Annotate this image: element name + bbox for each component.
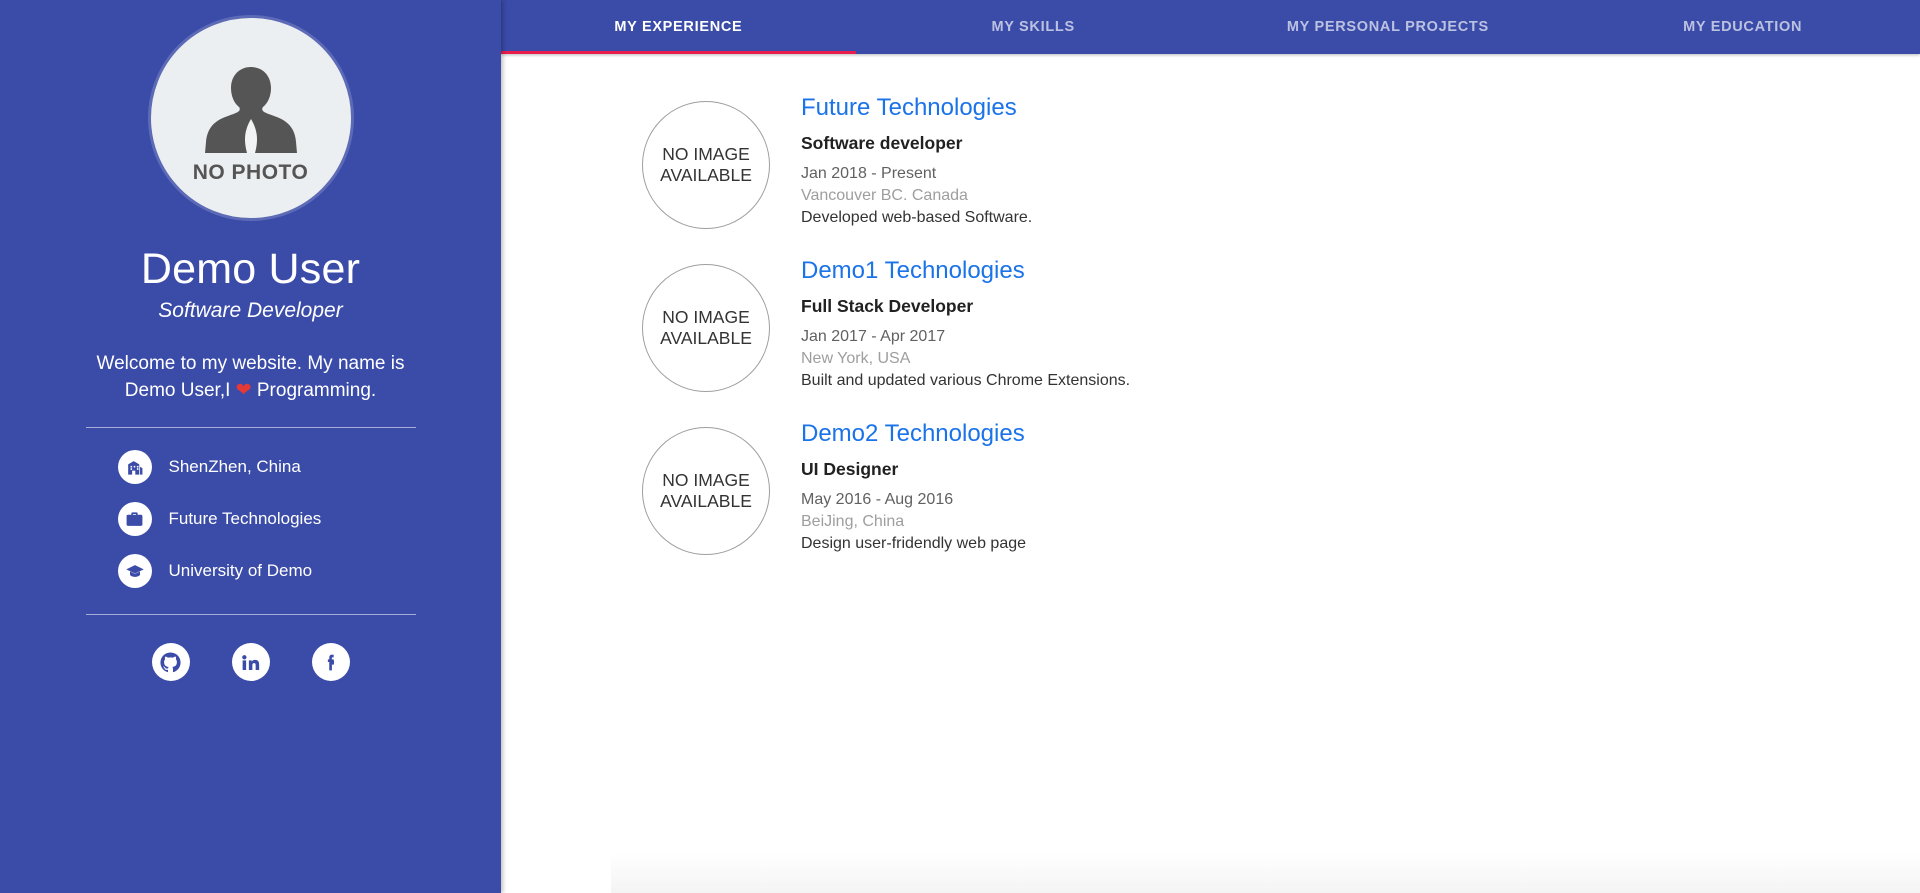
tab-bar: MY EXPERIENCE MY SKILLS MY PERSONAL PROJ… (501, 0, 1920, 54)
experience-job-title: UI Designer (801, 458, 899, 479)
bio-line-2-before: Demo User,I (124, 380, 236, 402)
experience-dates: May 2016 - Aug 2016 (801, 490, 954, 508)
profile-name: Demo User (140, 245, 361, 293)
sidebar-info-label: ShenZhen, China (168, 457, 301, 477)
tab-my-experience[interactable]: MY EXPERIENCE (501, 0, 856, 54)
heart-icon: ❤ (235, 380, 252, 402)
bio-line-1: Welcome to my website. My name is (96, 353, 405, 375)
github-icon[interactable] (151, 643, 190, 682)
main-panel: MY EXPERIENCE MY SKILLS MY PERSONAL PROJ… (501, 0, 1920, 893)
experience-description: Developed web-based Software. (801, 208, 1033, 226)
experience-details: Future Technologies Software developer J… (801, 94, 1032, 227)
experience-location: Vancouver BC. Canada (801, 186, 968, 204)
experience-item: NO IMAGE AVAILABLE Demo1 Technologies Fu… (501, 257, 1920, 392)
experience-company[interactable]: Future Technologies (801, 94, 1032, 123)
experience-location: New York, USA (801, 349, 911, 367)
sidebar-info-company: Future Technologies (117, 502, 416, 537)
experience-details: Demo1 Technologies Full Stack Developer … (801, 257, 1130, 390)
person-silhouette-icon (203, 63, 299, 162)
social-links (151, 643, 350, 682)
logo-placeholder-line1: NO IMAGE (662, 469, 750, 490)
experience-item: NO IMAGE AVAILABLE Future Technologies S… (501, 94, 1920, 229)
profile-role: Software Developer (158, 299, 343, 323)
experience-location: BeiJing, China (801, 512, 905, 530)
city-building-icon (117, 450, 152, 485)
experience-dates: Jan 2017 - Apr 2017 (801, 327, 946, 345)
sidebar: NO PHOTO Demo User Software Developer We… (0, 0, 501, 893)
experience-dates: Jan 2018 - Present (801, 164, 937, 182)
portfolio-page: NO PHOTO Demo User Software Developer We… (0, 0, 1920, 893)
tab-my-education[interactable]: MY EDUCATION (1565, 0, 1920, 54)
bio-line-2-after: Programming. (251, 380, 377, 402)
logo-placeholder-line1: NO IMAGE (662, 306, 750, 327)
briefcase-icon (117, 502, 152, 537)
avatar: NO PHOTO (150, 18, 351, 218)
experience-company[interactable]: Demo2 Technologies (801, 420, 1026, 449)
experience-job-title: Software developer (801, 132, 963, 153)
company-logo-placeholder: NO IMAGE AVAILABLE (642, 101, 770, 229)
sidebar-info-label: University of Demo (168, 561, 313, 581)
avatar-placeholder-text: NO PHOTO (192, 161, 309, 184)
experience-job-title: Full Stack Developer (801, 295, 974, 316)
sidebar-info-location: ShenZhen, China (117, 450, 416, 485)
experience-description: Design user-fridendly web page (801, 534, 1027, 552)
linkedin-icon[interactable] (231, 643, 270, 682)
logo-placeholder-line2: AVAILABLE (660, 328, 752, 348)
facebook-icon[interactable] (311, 643, 350, 682)
experience-list: NO IMAGE AVAILABLE Future Technologies S… (501, 94, 1920, 583)
logo-placeholder-line2: AVAILABLE (660, 165, 752, 185)
logo-placeholder-line1: NO IMAGE (662, 143, 750, 164)
sidebar-info-label: Future Technologies (168, 509, 322, 529)
company-logo-placeholder: NO IMAGE AVAILABLE (642, 427, 770, 555)
experience-details: Demo2 Technologies UI Designer May 2016 … (801, 420, 1026, 553)
company-logo-placeholder: NO IMAGE AVAILABLE (642, 264, 770, 392)
logo-placeholder-line2: AVAILABLE (660, 491, 752, 511)
sidebar-info-list: ShenZhen, China Future Technologies Univ… (86, 450, 416, 589)
profile-bio: Welcome to my website. My name is Demo U… (81, 351, 421, 405)
sidebar-info-education: University of Demo (117, 554, 416, 589)
experience-company[interactable]: Demo1 Technologies (801, 257, 1130, 286)
sidebar-divider-bottom (85, 614, 416, 616)
tab-my-personal-projects[interactable]: MY PERSONAL PROJECTS (1211, 0, 1566, 54)
page-bottom-shadow (611, 853, 1920, 893)
graduation-cap-icon (117, 554, 152, 589)
experience-description: Built and updated various Chrome Extensi… (801, 371, 1131, 389)
experience-item: NO IMAGE AVAILABLE Demo2 Technologies UI… (501, 420, 1920, 555)
sidebar-divider-top (85, 427, 416, 429)
tab-my-skills[interactable]: MY SKILLS (856, 0, 1211, 54)
tab-content-my-experience: NO IMAGE AVAILABLE Future Technologies S… (501, 54, 1920, 893)
